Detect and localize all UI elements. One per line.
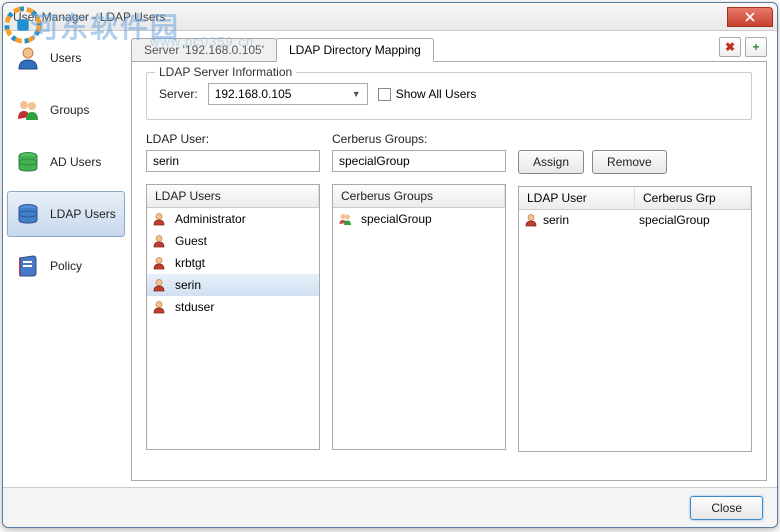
user-icon	[151, 255, 167, 271]
sidebar-item-ldap-users[interactable]: LDAP Users	[7, 191, 125, 237]
user-icon	[151, 233, 167, 249]
list-header: Cerberus Groups	[333, 185, 505, 207]
sidebar-item-label: Groups	[50, 103, 89, 117]
server-select[interactable]: 192.168.0.105 ▼	[208, 83, 368, 105]
sidebar-item-policy[interactable]: Policy	[7, 243, 125, 289]
tab-delete-button[interactable]: ✖	[719, 37, 741, 57]
list-item[interactable]: specialGroup	[333, 208, 505, 230]
assign-button[interactable]: Assign	[518, 150, 584, 174]
tabbar: Server '192.168.0.105' LDAP Directory Ma…	[131, 37, 767, 61]
list-item-label: stduser	[171, 298, 315, 316]
main-area: Server '192.168.0.105' LDAP Directory Ma…	[129, 31, 777, 487]
user-icon	[523, 212, 539, 228]
sidebar-item-label: AD Users	[50, 155, 101, 169]
sidebar-item-groups[interactable]: Groups	[7, 87, 125, 133]
window-close-button[interactable]	[727, 7, 773, 27]
sidebar-item-users[interactable]: Users	[7, 35, 125, 81]
policy-icon	[14, 252, 42, 280]
list-item-label: Guest	[171, 232, 315, 250]
list-item-label: Administrator	[171, 210, 315, 228]
mapping-header-user: LDAP User	[519, 187, 635, 209]
ldap-user-input[interactable]	[146, 150, 320, 172]
list-item-label: specialGroup	[357, 210, 501, 228]
user-icon	[151, 299, 167, 315]
fieldset-legend: LDAP Server Information	[155, 65, 296, 79]
server-label: Server:	[159, 87, 198, 101]
chevron-down-icon: ▼	[352, 89, 361, 99]
list-item[interactable]: serin	[147, 274, 319, 296]
group-icon	[14, 96, 42, 124]
tab-server[interactable]: Server '192.168.0.105'	[131, 38, 277, 61]
sidebar-item-label: Policy	[50, 259, 82, 273]
tab-ldap-mapping[interactable]: LDAP Directory Mapping	[276, 38, 434, 62]
x-icon: ✖	[725, 40, 735, 54]
ldap-users-list[interactable]: LDAP Users Administrator Guest krbtgt serin…	[146, 184, 320, 450]
user-icon	[14, 44, 42, 72]
mapping-list[interactable]: LDAP User Cerberus Grp serinspecialGroup	[518, 186, 752, 452]
window: User Manager - LDAP Users Users Groups	[2, 2, 778, 528]
database-icon	[14, 200, 42, 228]
close-icon	[745, 12, 755, 22]
server-select-value: 192.168.0.105	[215, 87, 292, 101]
checkbox-box	[378, 88, 391, 101]
cerberus-groups-label: Cerberus Groups:	[332, 132, 506, 146]
database-icon	[14, 148, 42, 176]
group-icon	[337, 211, 353, 227]
show-all-users-checkbox[interactable]: Show All Users	[378, 87, 477, 101]
mapping-user-cell: serin	[519, 210, 635, 230]
remove-button[interactable]: Remove	[592, 150, 667, 174]
checkbox-label: Show All Users	[396, 87, 477, 101]
window-title: User Manager - LDAP Users	[13, 10, 727, 24]
tab-panel: LDAP Server Information Server: 192.168.…	[131, 61, 767, 481]
list-item-label: serin	[171, 276, 315, 294]
list-item[interactable]: krbtgt	[147, 252, 319, 274]
cerberus-groups-list[interactable]: Cerberus Groups specialGroup	[332, 184, 506, 450]
mapping-group-cell: specialGroup	[635, 210, 751, 230]
sidebar-item-label: Users	[50, 51, 81, 65]
list-item[interactable]: Administrator	[147, 208, 319, 230]
sidebar-item-ad-users[interactable]: AD Users	[7, 139, 125, 185]
sidebar: Users Groups AD Users LDAP Users	[3, 31, 129, 487]
cerberus-group-input[interactable]	[332, 150, 506, 172]
tab-add-button[interactable]: +	[745, 37, 767, 57]
list-header: LDAP Users	[147, 185, 319, 207]
list-item[interactable]: Guest	[147, 230, 319, 252]
ldap-server-fieldset: LDAP Server Information Server: 192.168.…	[146, 72, 752, 120]
list-item-label: krbtgt	[171, 254, 315, 272]
table-row[interactable]: serinspecialGroup	[519, 210, 751, 230]
close-button[interactable]: Close	[690, 496, 763, 520]
mapping-header-group: Cerberus Grp	[635, 187, 751, 209]
plus-icon: +	[752, 40, 759, 54]
list-item[interactable]: stduser	[147, 296, 319, 318]
user-icon	[151, 211, 167, 227]
sidebar-item-label: LDAP Users	[50, 207, 116, 221]
titlebar: User Manager - LDAP Users	[3, 3, 777, 31]
user-icon	[151, 277, 167, 293]
footer: Close	[3, 487, 777, 527]
ldap-user-label: LDAP User:	[146, 132, 320, 146]
